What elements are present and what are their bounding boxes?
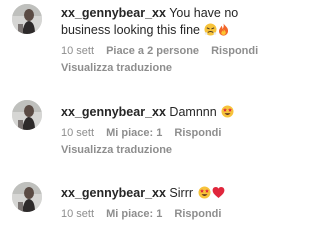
comment-time: 10 sett <box>61 208 95 220</box>
avatar[interactable] <box>12 4 42 34</box>
reply-button[interactable]: Rispondi <box>174 127 221 139</box>
comment-username[interactable]: xx_gennybear_xx <box>61 6 166 20</box>
profile-photo-icon <box>12 182 42 212</box>
profile-photo-icon <box>12 100 42 130</box>
avatar[interactable] <box>12 182 42 212</box>
red-heart-icon <box>212 186 225 204</box>
view-translation-button[interactable]: Visualizza traduzione <box>61 61 281 75</box>
star-struck-face-icon <box>221 105 234 123</box>
fire-icon <box>218 23 229 41</box>
comment-time: 10 sett <box>61 127 95 139</box>
comment-body: Damnnn <box>169 105 217 119</box>
comment-text: xx_gennybear_xx Sirrr <box>61 185 281 204</box>
comment-meta: 10 sett Mi piace: 1 Rispondi <box>61 126 281 140</box>
comment-text: xx_gennybear_xx Damnnn <box>61 104 281 123</box>
comment-likes[interactable]: Piace a 2 persone <box>106 45 199 57</box>
comment-body: Sirrr <box>169 186 194 200</box>
view-translation-button[interactable]: Visualizza traduzione <box>61 143 281 157</box>
comment-meta: 10 sett Piace a 2 persone Rispondi <box>61 44 281 58</box>
comment-time: 10 sett <box>61 45 95 57</box>
comment-meta: 10 sett Mi piace: 1 Rispondi <box>61 207 281 221</box>
comment-likes[interactable]: Mi piace: 1 <box>106 127 162 139</box>
comment-username[interactable]: xx_gennybear_xx <box>61 186 166 200</box>
face-with-steam-icon <box>204 23 217 41</box>
comment-likes[interactable]: Mi piace: 1 <box>106 208 162 220</box>
reply-button[interactable]: Rispondi <box>211 45 258 57</box>
comment-text: xx_gennybear_xx You have no business loo… <box>61 5 281 41</box>
comments-list: xx_gennybear_xx You have no business loo… <box>0 0 285 248</box>
reply-button[interactable]: Rispondi <box>174 208 221 220</box>
avatar[interactable] <box>12 100 42 130</box>
comment-username[interactable]: xx_gennybear_xx <box>61 105 166 119</box>
profile-photo-icon <box>12 4 42 34</box>
star-struck-face-icon <box>198 186 211 204</box>
